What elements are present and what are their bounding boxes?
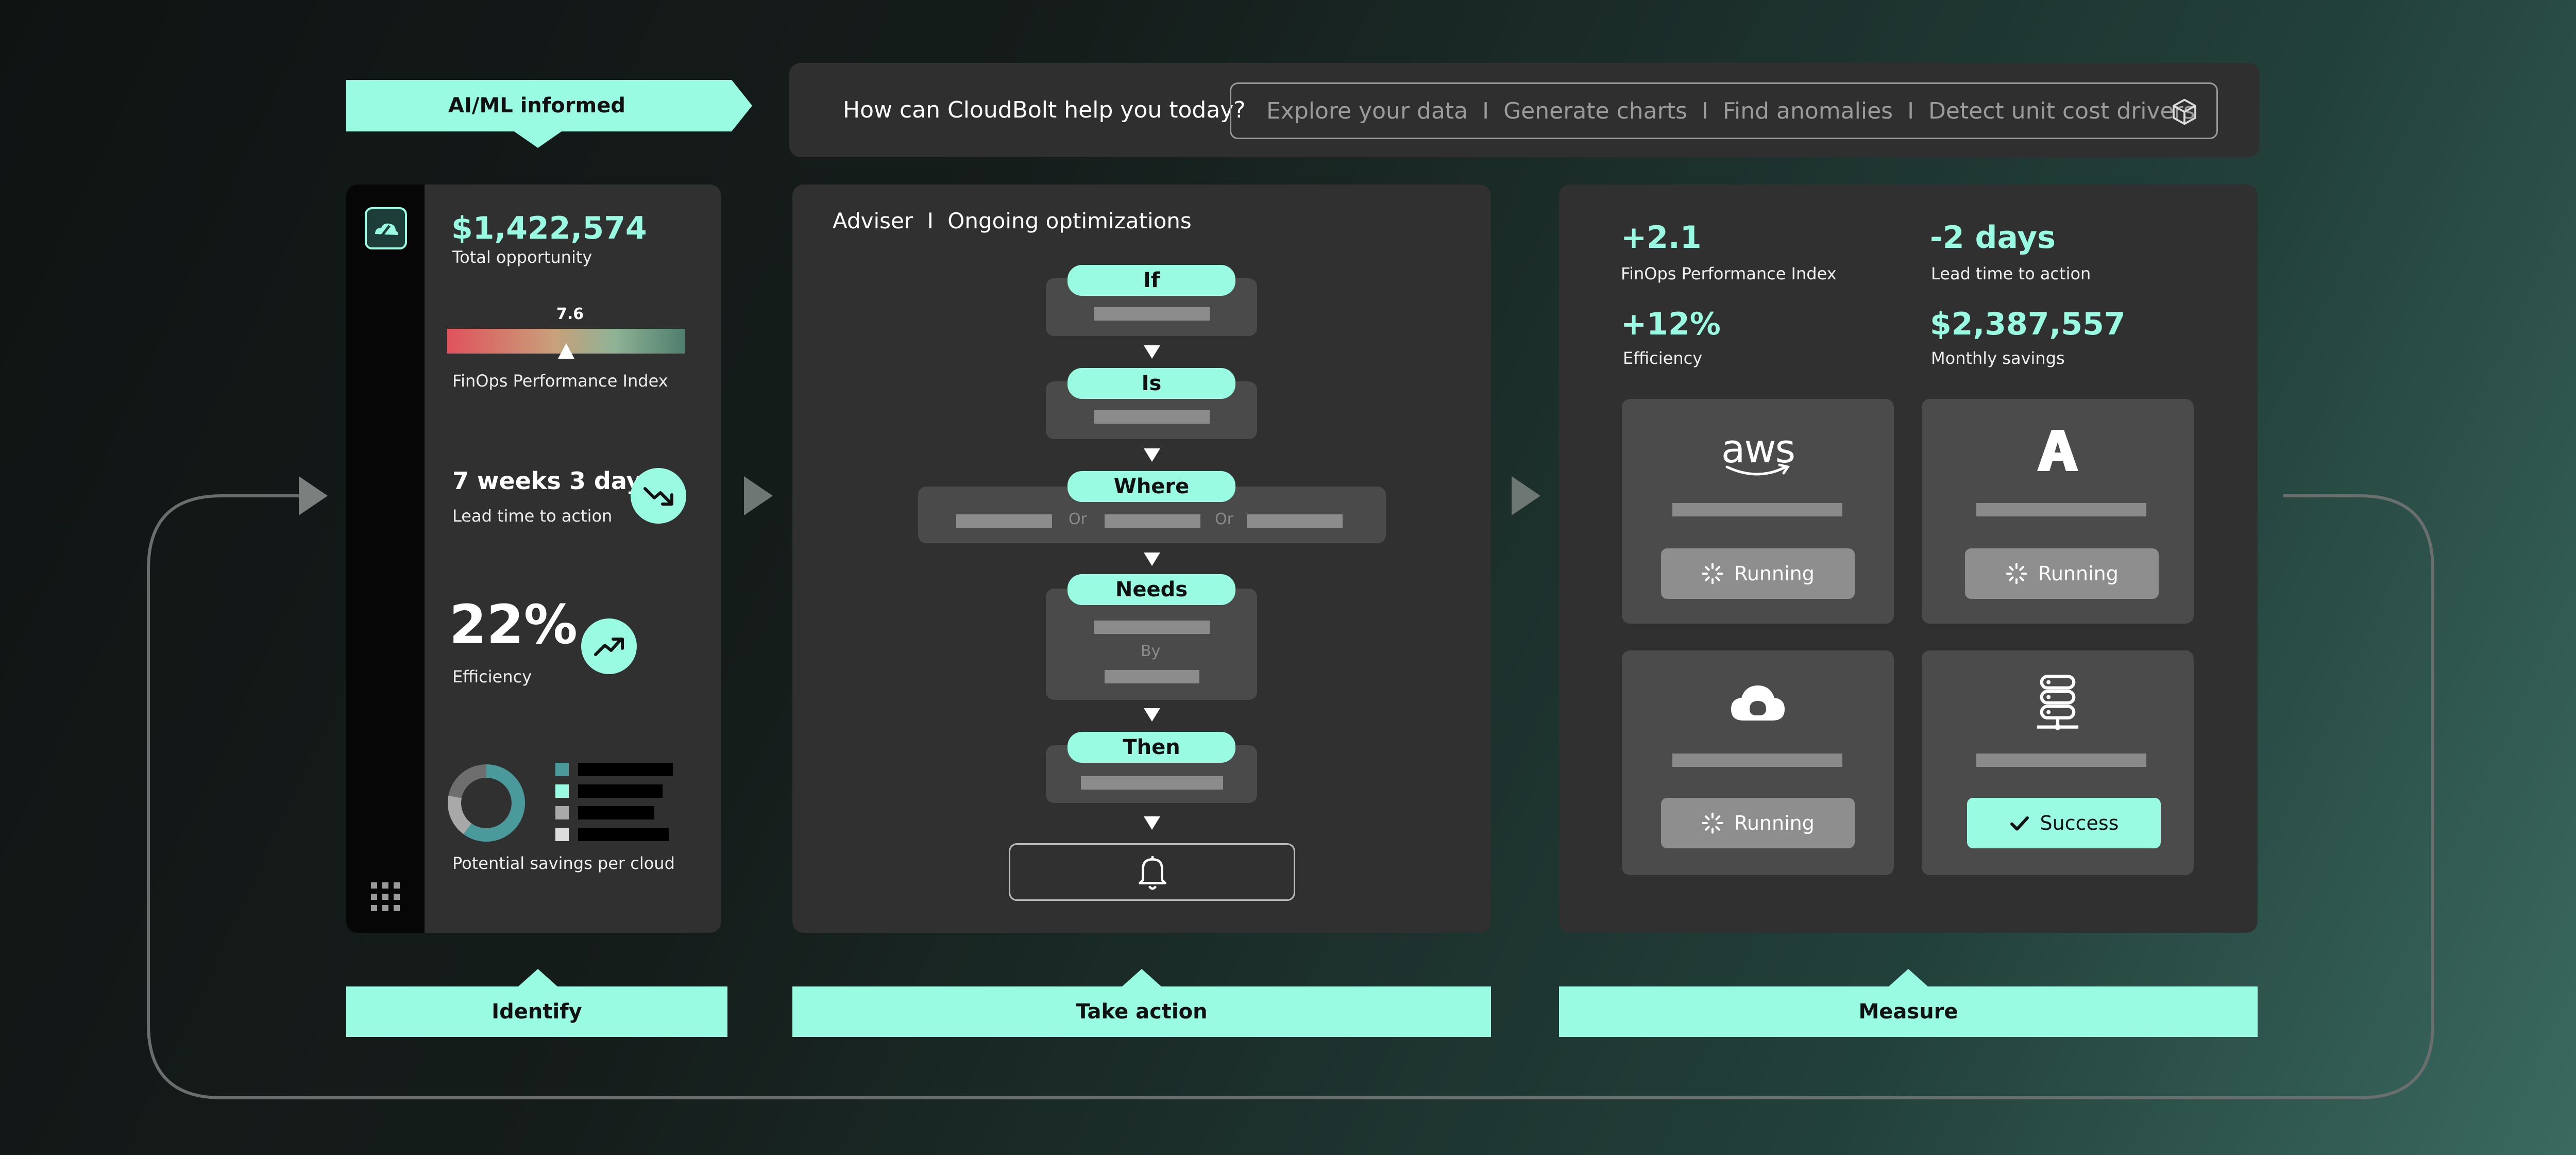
assistant-question: How can CloudBolt help you today? — [843, 97, 1246, 123]
loop-arrow-icon — [299, 476, 328, 515]
index-value: 7.6 — [556, 305, 584, 323]
savings-legend — [555, 763, 679, 845]
suggestion-explore[interactable]: Explore your data — [1266, 98, 1468, 124]
checkmark-icon — [2010, 816, 2029, 831]
server-icon — [2037, 675, 2079, 730]
measure-lead-value: -2 days — [1930, 220, 2056, 256]
status-running-button[interactable]: Running — [1965, 548, 2159, 599]
spinner-icon — [1702, 812, 1723, 834]
measure-index-value: +2.1 — [1621, 220, 1702, 256]
azure-logo-icon — [2037, 430, 2078, 471]
flow-arrow-icon — [1144, 708, 1160, 722]
spinner-icon — [2006, 563, 2027, 584]
flow-arrow-icon — [1144, 345, 1160, 359]
cloud-card-aws[interactable]: aws Running — [1622, 399, 1894, 624]
adviser-title: Adviser I Ongoing optimizations — [833, 208, 1192, 233]
total-opportunity-value: $1,422,574 — [451, 210, 647, 246]
google-cloud-logo-icon — [1731, 685, 1785, 721]
measure-lead-label: Lead time to action — [1931, 264, 2091, 283]
lead-time-label: Lead time to action — [452, 506, 613, 526]
efficiency-label: Efficiency — [452, 667, 532, 687]
flow-step-where[interactable]: Where — [1067, 471, 1235, 502]
apps-grid-icon[interactable] — [369, 880, 402, 913]
status-running-button[interactable]: Running — [1661, 548, 1855, 599]
status-running-button[interactable]: Running — [1661, 798, 1855, 848]
cloud-card-gcp[interactable]: Running — [1622, 650, 1894, 875]
flow-step-needs[interactable]: Needs — [1067, 574, 1235, 605]
app-sidebar — [346, 185, 425, 933]
lead-time-value: 7 weeks 3 days — [452, 467, 656, 495]
measure-label: Measure — [1858, 1000, 1958, 1024]
assistant-search-bar: How can CloudBolt help you today? Explor… — [789, 63, 2260, 157]
flow-arrow-icon — [1144, 816, 1160, 830]
flow-arrow-icon — [1144, 553, 1160, 566]
measure-eff-label: Efficiency — [1623, 348, 1703, 368]
suggestion-unit-cost[interactable]: Detect unit cost drivers — [1928, 98, 2195, 124]
ai-ml-label: AI/ML informed — [448, 94, 625, 118]
efficiency-value: 22% — [449, 593, 578, 656]
bell-icon — [1139, 856, 1166, 890]
search-input[interactable]: Explore your data I Generate charts I Fi… — [1230, 82, 2218, 139]
flow-arrow-icon — [1144, 448, 1160, 462]
flow-step-then[interactable]: Then — [1067, 732, 1235, 763]
flow-step-if[interactable]: If — [1067, 265, 1235, 296]
savings-label: Potential savings per cloud — [452, 853, 675, 873]
arrow-right-icon — [744, 476, 773, 515]
savings-donut-chart — [448, 764, 525, 842]
measure-savings-value: $2,387,557 — [1930, 306, 2126, 342]
notification-button[interactable] — [1009, 843, 1295, 901]
spinner-icon — [1702, 563, 1723, 584]
measure-eff-value: +12% — [1621, 306, 1721, 342]
aws-smile-icon — [1725, 463, 1790, 476]
cloud-card-azure[interactable]: Running — [1922, 399, 2194, 624]
total-opportunity-label: Total opportunity — [452, 247, 592, 267]
cloud-card-onprem[interactable]: Success — [1922, 650, 2194, 875]
arrow-right-icon — [1512, 476, 1540, 515]
trend-up-icon — [581, 618, 637, 674]
measure-index-label: FinOps Performance Index — [1621, 264, 1837, 283]
take-action-label: Take action — [1076, 1000, 1208, 1024]
measure-savings-label: Monthly savings — [1931, 348, 2065, 368]
identify-label: Identify — [492, 1000, 582, 1024]
trend-down-icon — [631, 468, 686, 524]
suggestion-charts[interactable]: Generate charts — [1503, 98, 1687, 124]
cloudbolt-logo-icon[interactable] — [365, 207, 407, 249]
performance-index-label: FinOps Performance Index — [452, 371, 668, 391]
suggestion-anomalies[interactable]: Find anomalies — [1723, 98, 1893, 124]
gauge-marker-icon — [558, 343, 574, 359]
status-success-button[interactable]: Success — [1967, 798, 2161, 848]
flow-step-is[interactable]: Is — [1067, 368, 1235, 399]
cube-icon[interactable] — [2170, 97, 2199, 126]
